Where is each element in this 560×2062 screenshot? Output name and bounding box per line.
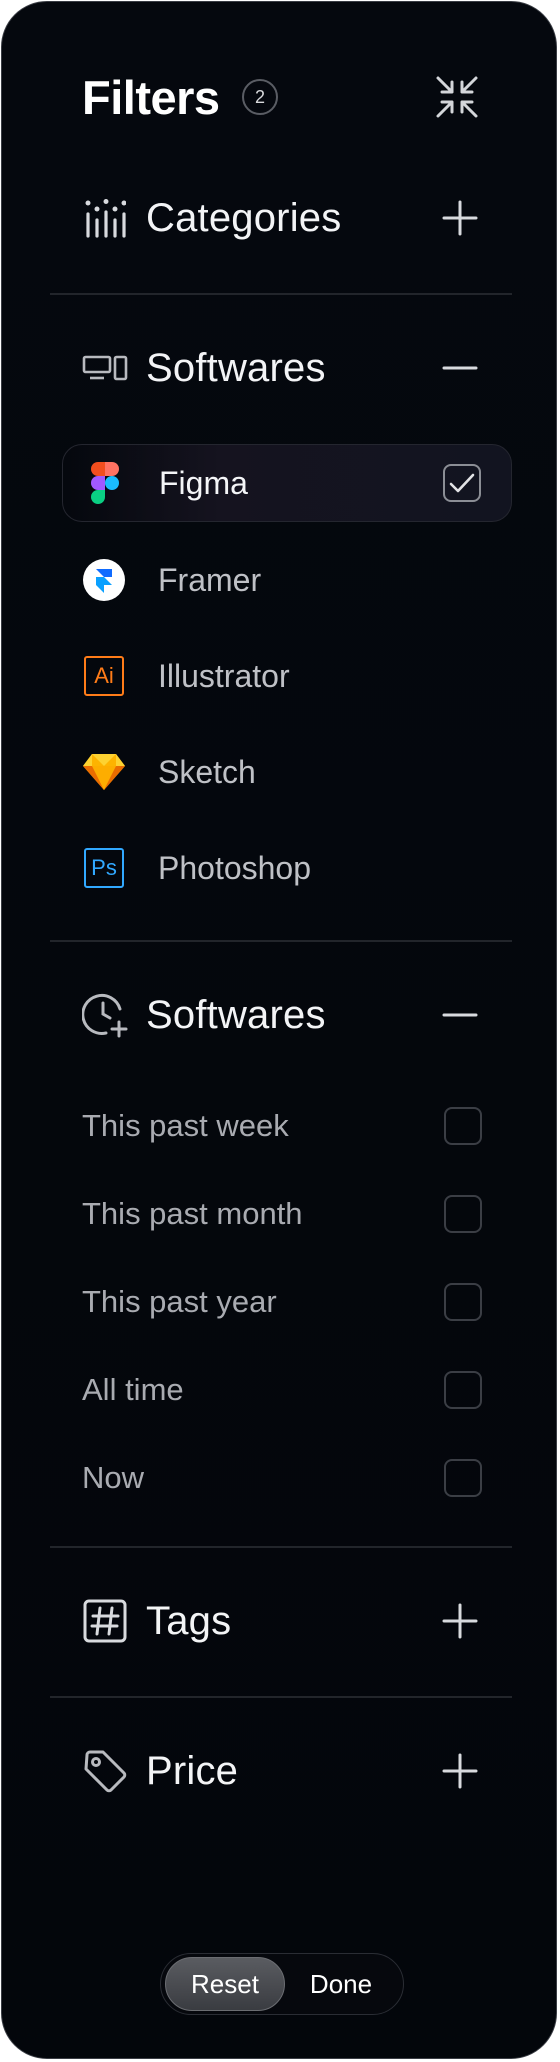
software-label: Photoshop bbox=[158, 849, 312, 886]
software-item-framer[interactable]: Framer bbox=[62, 541, 512, 619]
time-option-all-time[interactable]: All time bbox=[82, 1361, 482, 1419]
illustrator-logo-icon: Ai bbox=[82, 654, 126, 698]
expand-toggle[interactable] bbox=[438, 1749, 482, 1793]
software-item-figma[interactable]: Figma bbox=[62, 444, 512, 522]
expand-toggle[interactable] bbox=[438, 196, 482, 240]
checkbox[interactable] bbox=[444, 1195, 482, 1233]
software-label: Figma bbox=[159, 464, 248, 501]
time-option-label: All time bbox=[82, 1372, 184, 1407]
divider bbox=[50, 1696, 512, 1698]
checkbox[interactable] bbox=[444, 1459, 482, 1497]
time-option-year[interactable]: This past year bbox=[82, 1273, 482, 1331]
section-time[interactable]: Softwares bbox=[82, 985, 482, 1045]
collapse-button[interactable] bbox=[432, 72, 482, 122]
software-item-illustrator[interactable]: Ai Illustrator bbox=[62, 637, 512, 715]
sketch-logo-icon bbox=[82, 750, 126, 794]
checkbox[interactable] bbox=[443, 464, 481, 502]
plus-icon bbox=[442, 1603, 478, 1639]
time-option-label: This past year bbox=[82, 1284, 277, 1319]
software-label: Sketch bbox=[158, 753, 256, 790]
plus-icon bbox=[442, 200, 478, 236]
clock-plus-icon bbox=[82, 992, 128, 1038]
photoshop-logo-icon: Ps bbox=[82, 846, 126, 890]
checkbox[interactable] bbox=[444, 1107, 482, 1145]
plus-icon bbox=[442, 1753, 478, 1789]
reset-button[interactable]: Reset bbox=[165, 1957, 285, 2011]
time-option-label: This past week bbox=[82, 1108, 289, 1143]
time-option-label: Now bbox=[82, 1460, 145, 1495]
collapse-toggle[interactable] bbox=[438, 993, 482, 1037]
framer-logo-icon bbox=[82, 558, 126, 602]
categories-bars-icon bbox=[82, 195, 128, 241]
time-option-week[interactable]: This past week bbox=[82, 1097, 482, 1155]
filters-panel: Filters 2 Categories Softwares Figma Fra… bbox=[1, 1, 557, 2059]
time-option-label: This past month bbox=[82, 1196, 303, 1231]
collapse-arrows-icon bbox=[436, 76, 478, 118]
page-title: Filters bbox=[82, 71, 220, 124]
section-softwares[interactable]: Softwares bbox=[82, 338, 482, 398]
done-button[interactable]: Done bbox=[285, 1957, 397, 2011]
hashtag-icon bbox=[82, 1598, 128, 1644]
photoshop-logo-text: Ps bbox=[84, 848, 124, 888]
price-tag-icon bbox=[82, 1748, 128, 1794]
checkmark-icon bbox=[449, 473, 475, 493]
section-tags[interactable]: Tags bbox=[82, 1591, 482, 1651]
time-option-now[interactable]: Now bbox=[82, 1449, 482, 1507]
checkbox[interactable] bbox=[444, 1371, 482, 1409]
footer-actions: Reset Done bbox=[160, 1953, 404, 2015]
divider bbox=[50, 293, 512, 295]
section-price[interactable]: Price bbox=[82, 1741, 482, 1801]
expand-toggle[interactable] bbox=[438, 1599, 482, 1643]
section-title: Softwares bbox=[146, 345, 326, 390]
checkbox[interactable] bbox=[444, 1283, 482, 1321]
software-label: Illustrator bbox=[158, 657, 290, 694]
section-title: Tags bbox=[146, 1598, 232, 1643]
section-title: Categories bbox=[146, 195, 342, 240]
minus-icon bbox=[442, 1013, 478, 1017]
time-option-month[interactable]: This past month bbox=[82, 1185, 482, 1243]
illustrator-logo-text: Ai bbox=[84, 656, 124, 696]
filter-count-badge: 2 bbox=[242, 79, 278, 115]
section-categories[interactable]: Categories bbox=[82, 188, 482, 248]
divider bbox=[50, 1546, 512, 1548]
devices-icon bbox=[82, 345, 128, 391]
software-item-sketch[interactable]: Sketch bbox=[62, 733, 512, 811]
section-title: Price bbox=[146, 1748, 239, 1793]
divider bbox=[50, 940, 512, 942]
software-label: Framer bbox=[158, 561, 262, 598]
collapse-toggle[interactable] bbox=[438, 346, 482, 390]
minus-icon bbox=[442, 366, 478, 370]
figma-logo-icon bbox=[83, 461, 127, 505]
software-item-photoshop[interactable]: Ps Photoshop bbox=[62, 829, 512, 907]
section-title: Softwares bbox=[146, 992, 326, 1037]
